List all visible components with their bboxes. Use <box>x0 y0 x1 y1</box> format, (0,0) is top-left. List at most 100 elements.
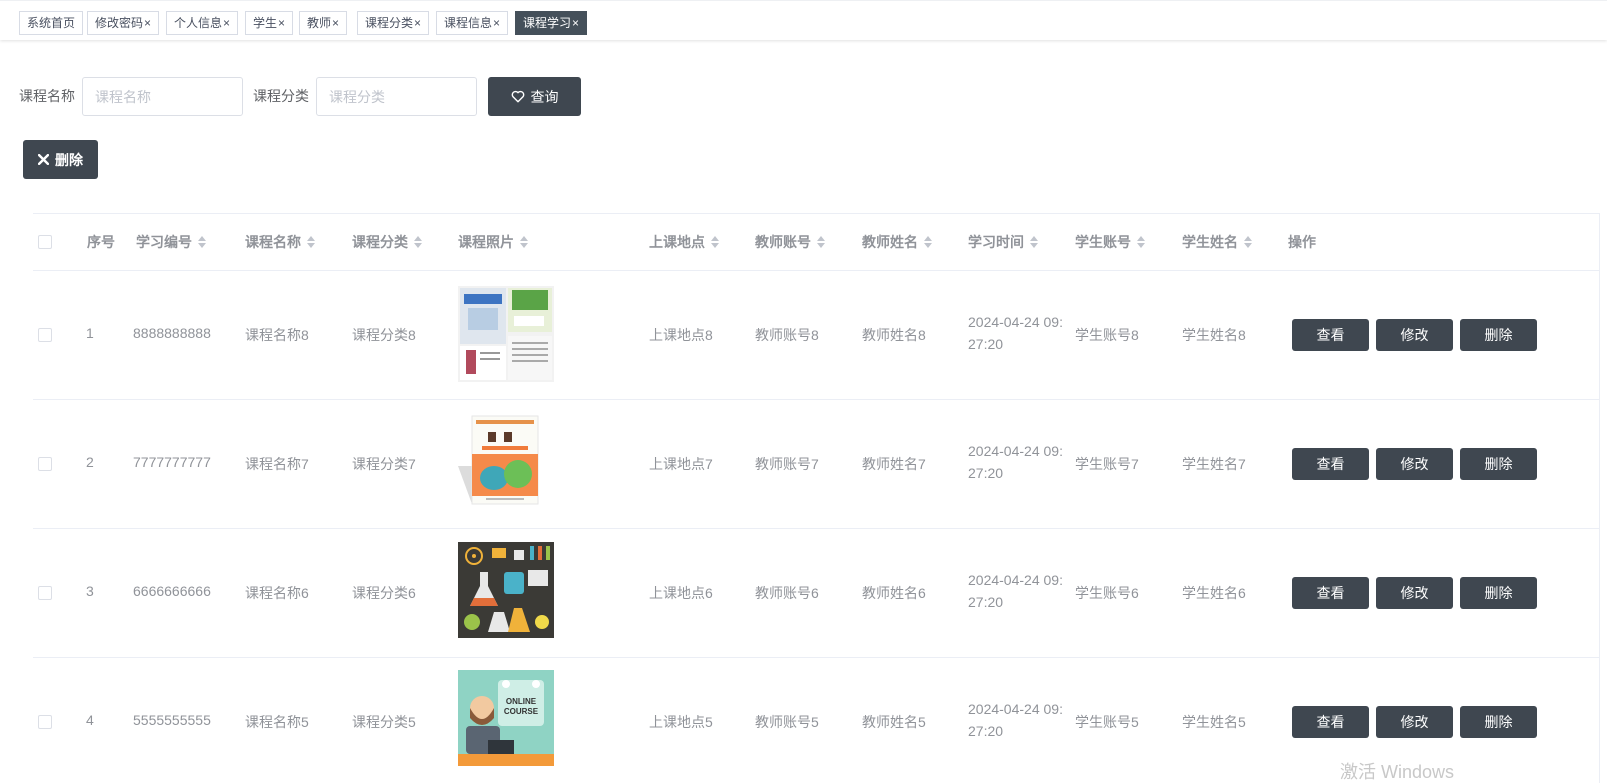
sort-icon[interactable] <box>1244 236 1252 249</box>
course-category-label: 课程分类 <box>253 88 309 104</box>
sort-icon[interactable] <box>520 236 528 249</box>
header-study-no[interactable]: 学习编号 <box>136 214 206 270</box>
tab-personal-info[interactable]: 个人信息× <box>166 11 239 35</box>
close-icon[interactable]: × <box>223 16 230 30</box>
cell-category: 课程分类5 <box>352 714 416 730</box>
close-icon[interactable]: × <box>572 16 579 30</box>
close-icon[interactable]: × <box>414 16 421 30</box>
header-course-name[interactable]: 课程名称 <box>245 214 315 270</box>
cell-student-account: 学生账号8 <box>1075 327 1139 343</box>
edit-button[interactable]: 修改 <box>1376 448 1453 480</box>
heart-icon <box>511 90 524 103</box>
tab-course-info[interactable]: 课程信息× <box>436 11 509 35</box>
science-lab-icon[interactable] <box>458 542 554 638</box>
sort-icon[interactable] <box>1137 236 1145 249</box>
edit-button[interactable]: 修改 <box>1376 706 1453 738</box>
view-button[interactable]: 查看 <box>1292 448 1369 480</box>
cell-student-name: 学生姓名8 <box>1182 327 1246 343</box>
view-button[interactable]: 查看 <box>1292 319 1369 351</box>
row-checkbox[interactable] <box>38 586 52 600</box>
cell-study-time: 2024-04-24 09:27:20 <box>968 701 1063 739</box>
cell-study-time: 2024-04-24 09:27:20 <box>968 572 1063 610</box>
cell-study-time: 2024-04-24 09:27:20 <box>968 443 1063 481</box>
tab-home[interactable]: 系统首页 <box>19 11 84 35</box>
view-button[interactable]: 查看 <box>1292 706 1369 738</box>
course-name-input[interactable] <box>82 77 243 116</box>
cell-study-no: 7777777777 <box>133 454 211 470</box>
cell-teacher-name: 教师姓名7 <box>862 456 926 472</box>
row-checkbox[interactable] <box>38 457 52 471</box>
close-icon[interactable]: × <box>278 16 285 30</box>
delete-button[interactable]: 删除 <box>1460 706 1537 738</box>
row-checkbox[interactable] <box>38 328 52 342</box>
cell-category: 课程分类8 <box>352 327 416 343</box>
header-actions: 操作 <box>1288 234 1316 250</box>
tab-teacher[interactable]: 教师× <box>299 11 348 35</box>
query-button[interactable]: 查询 <box>488 77 581 116</box>
cell-teacher-account: 教师账号6 <box>755 585 819 601</box>
edit-button[interactable]: 修改 <box>1376 319 1453 351</box>
sort-icon[interactable] <box>1030 236 1038 249</box>
tab-course-study[interactable]: 课程学习× <box>515 11 588 35</box>
row-checkbox[interactable] <box>38 715 52 729</box>
cell-teacher-name: 教师姓名8 <box>862 327 926 343</box>
course-study-table: 序号 学习编号 课程名称 课程分类 课程照片 上课地点 教师账号 教师姓名 学习… <box>33 213 1600 783</box>
query-button-label: 查询 <box>530 88 559 105</box>
select-all-checkbox[interactable] <box>38 235 52 249</box>
header-study-time[interactable]: 学习时间 <box>968 214 1038 270</box>
tab-label: 课程学习 <box>523 16 572 30</box>
view-button[interactable]: 查看 <box>1292 577 1369 609</box>
header-student-account[interactable]: 学生账号 <box>1075 214 1145 270</box>
online-course-icon[interactable]: ONLINE COURSE <box>458 670 554 766</box>
tab-label: 教师 <box>307 16 332 30</box>
close-icon[interactable]: × <box>332 16 339 30</box>
cell-student-name: 学生姓名6 <box>1182 585 1246 601</box>
textbook-cover-icon[interactable] <box>458 286 554 382</box>
cell-student-name: 学生姓名7 <box>1182 456 1246 472</box>
tab-label: 学生 <box>253 16 278 30</box>
close-icon[interactable]: × <box>493 16 500 30</box>
header-student-name[interactable]: 学生姓名 <box>1182 214 1252 270</box>
delete-button[interactable]: 删除 <box>1460 448 1537 480</box>
close-icon[interactable]: × <box>144 16 151 30</box>
course-name-label: 课程名称 <box>19 88 75 104</box>
header-index: 序号 <box>87 234 115 250</box>
edit-button[interactable]: 修改 <box>1376 577 1453 609</box>
table-row: 1 8888888888 课程名称8 课程分类8 上课地点8 教师账号8 教师姓… <box>33 270 1600 398</box>
cell-study-no: 6666666666 <box>133 583 211 599</box>
header-teacher-name[interactable]: 教师姓名 <box>862 214 932 270</box>
batch-delete-label: 删除 <box>55 151 83 168</box>
cell-index: 1 <box>86 325 94 341</box>
sort-icon[interactable] <box>307 236 315 249</box>
delete-button[interactable]: 删除 <box>1460 319 1537 351</box>
tab-student[interactable]: 学生× <box>245 11 294 35</box>
chinese-book-icon[interactable] <box>458 414 554 510</box>
cell-location: 上课地点5 <box>649 714 713 730</box>
header-location[interactable]: 上课地点 <box>649 214 719 270</box>
cell-location: 上课地点8 <box>649 327 713 343</box>
sort-icon[interactable] <box>414 236 422 249</box>
cell-location: 上课地点7 <box>649 456 713 472</box>
cell-study-no: 8888888888 <box>133 325 211 341</box>
tab-change-password[interactable]: 修改密码× <box>87 11 160 35</box>
course-text: COURSE <box>504 707 539 716</box>
tab-course-category[interactable]: 课程分类× <box>357 11 430 35</box>
delete-button[interactable]: 删除 <box>1460 577 1537 609</box>
sort-icon[interactable] <box>198 236 206 249</box>
cell-course-name: 课程名称7 <box>245 456 309 472</box>
tab-label: 系统首页 <box>27 16 76 30</box>
windows-activation-watermark: 激活 Windows <box>1340 762 1455 782</box>
course-category-input[interactable] <box>316 77 477 116</box>
sort-icon[interactable] <box>924 236 932 249</box>
cell-course-name: 课程名称8 <box>245 327 309 343</box>
header-teacher-account[interactable]: 教师账号 <box>755 214 825 270</box>
header-course-photo[interactable]: 课程照片 <box>458 214 528 270</box>
cell-student-account: 学生账号5 <box>1075 714 1139 730</box>
batch-delete-button[interactable]: 删除 <box>23 140 98 179</box>
sort-icon[interactable] <box>711 236 719 249</box>
cell-study-time: 2024-04-24 09:27:20 <box>968 314 1063 352</box>
sort-icon[interactable] <box>817 236 825 249</box>
close-icon <box>38 154 49 165</box>
header-course-category[interactable]: 课程分类 <box>352 214 422 270</box>
tab-label: 课程信息 <box>444 16 493 30</box>
